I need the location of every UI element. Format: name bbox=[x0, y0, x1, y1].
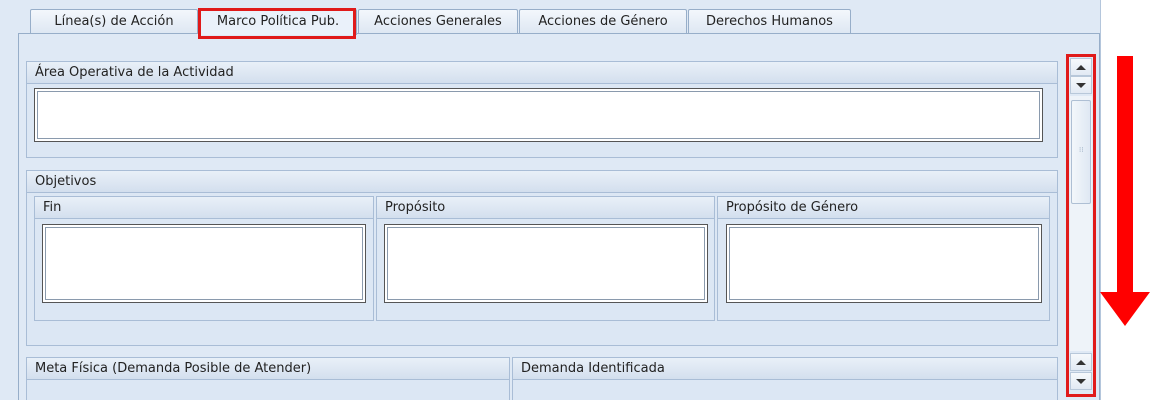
tab-acciones-de-genero[interactable]: Acciones de Género bbox=[519, 9, 687, 35]
tab-marco-politica-pub[interactable]: Marco Política Pub. bbox=[199, 9, 357, 35]
triangle-down-icon bbox=[1076, 379, 1086, 384]
meta-fisica-group: Meta Física (Demanda Posible de Atender) bbox=[26, 357, 510, 400]
scroll-up-button[interactable] bbox=[1070, 58, 1092, 76]
scroll-up-button-lower[interactable] bbox=[1070, 353, 1092, 371]
area-operativa-header: Área Operativa de la Actividad bbox=[27, 62, 1057, 84]
tab-lineas-de-accion[interactable]: Línea(s) de Acción bbox=[30, 9, 198, 35]
right-margin bbox=[1100, 0, 1150, 400]
proposito-header: Propósito bbox=[377, 197, 714, 219]
triangle-up-icon bbox=[1076, 360, 1086, 365]
fin-header: Fin bbox=[35, 197, 373, 219]
demanda-identificada-group: Demanda Identificada bbox=[512, 357, 1058, 400]
fin-textarea[interactable] bbox=[42, 224, 366, 303]
area-operativa-textarea[interactable] bbox=[34, 88, 1043, 142]
objetivos-header: Objetivos bbox=[27, 171, 1057, 193]
demanda-identificada-header: Demanda Identificada bbox=[513, 358, 1057, 380]
tab-derechos-humanos[interactable]: Derechos Humanos bbox=[688, 9, 851, 35]
grip-icon: ⁞⁞ bbox=[1079, 146, 1084, 154]
application-window: Línea(s) de Acción Marco Política Pub. A… bbox=[0, 0, 1150, 400]
triangle-up-icon bbox=[1076, 65, 1086, 70]
vertical-scrollbar[interactable]: ⁞⁞ bbox=[1068, 56, 1094, 397]
proposito-textarea[interactable] bbox=[384, 224, 708, 303]
meta-fisica-header: Meta Física (Demanda Posible de Atender) bbox=[27, 358, 509, 380]
tab-acciones-generales[interactable]: Acciones Generales bbox=[358, 9, 518, 35]
scroll-down-button-lower[interactable] bbox=[1070, 372, 1092, 390]
proposito-genero-header: Propósito de Género bbox=[718, 197, 1049, 219]
proposito-genero-textarea[interactable] bbox=[726, 224, 1042, 303]
scroll-down-button[interactable] bbox=[1070, 76, 1092, 94]
scrollbar-thumb[interactable]: ⁞⁞ bbox=[1071, 100, 1091, 204]
triangle-down-icon bbox=[1076, 83, 1086, 88]
